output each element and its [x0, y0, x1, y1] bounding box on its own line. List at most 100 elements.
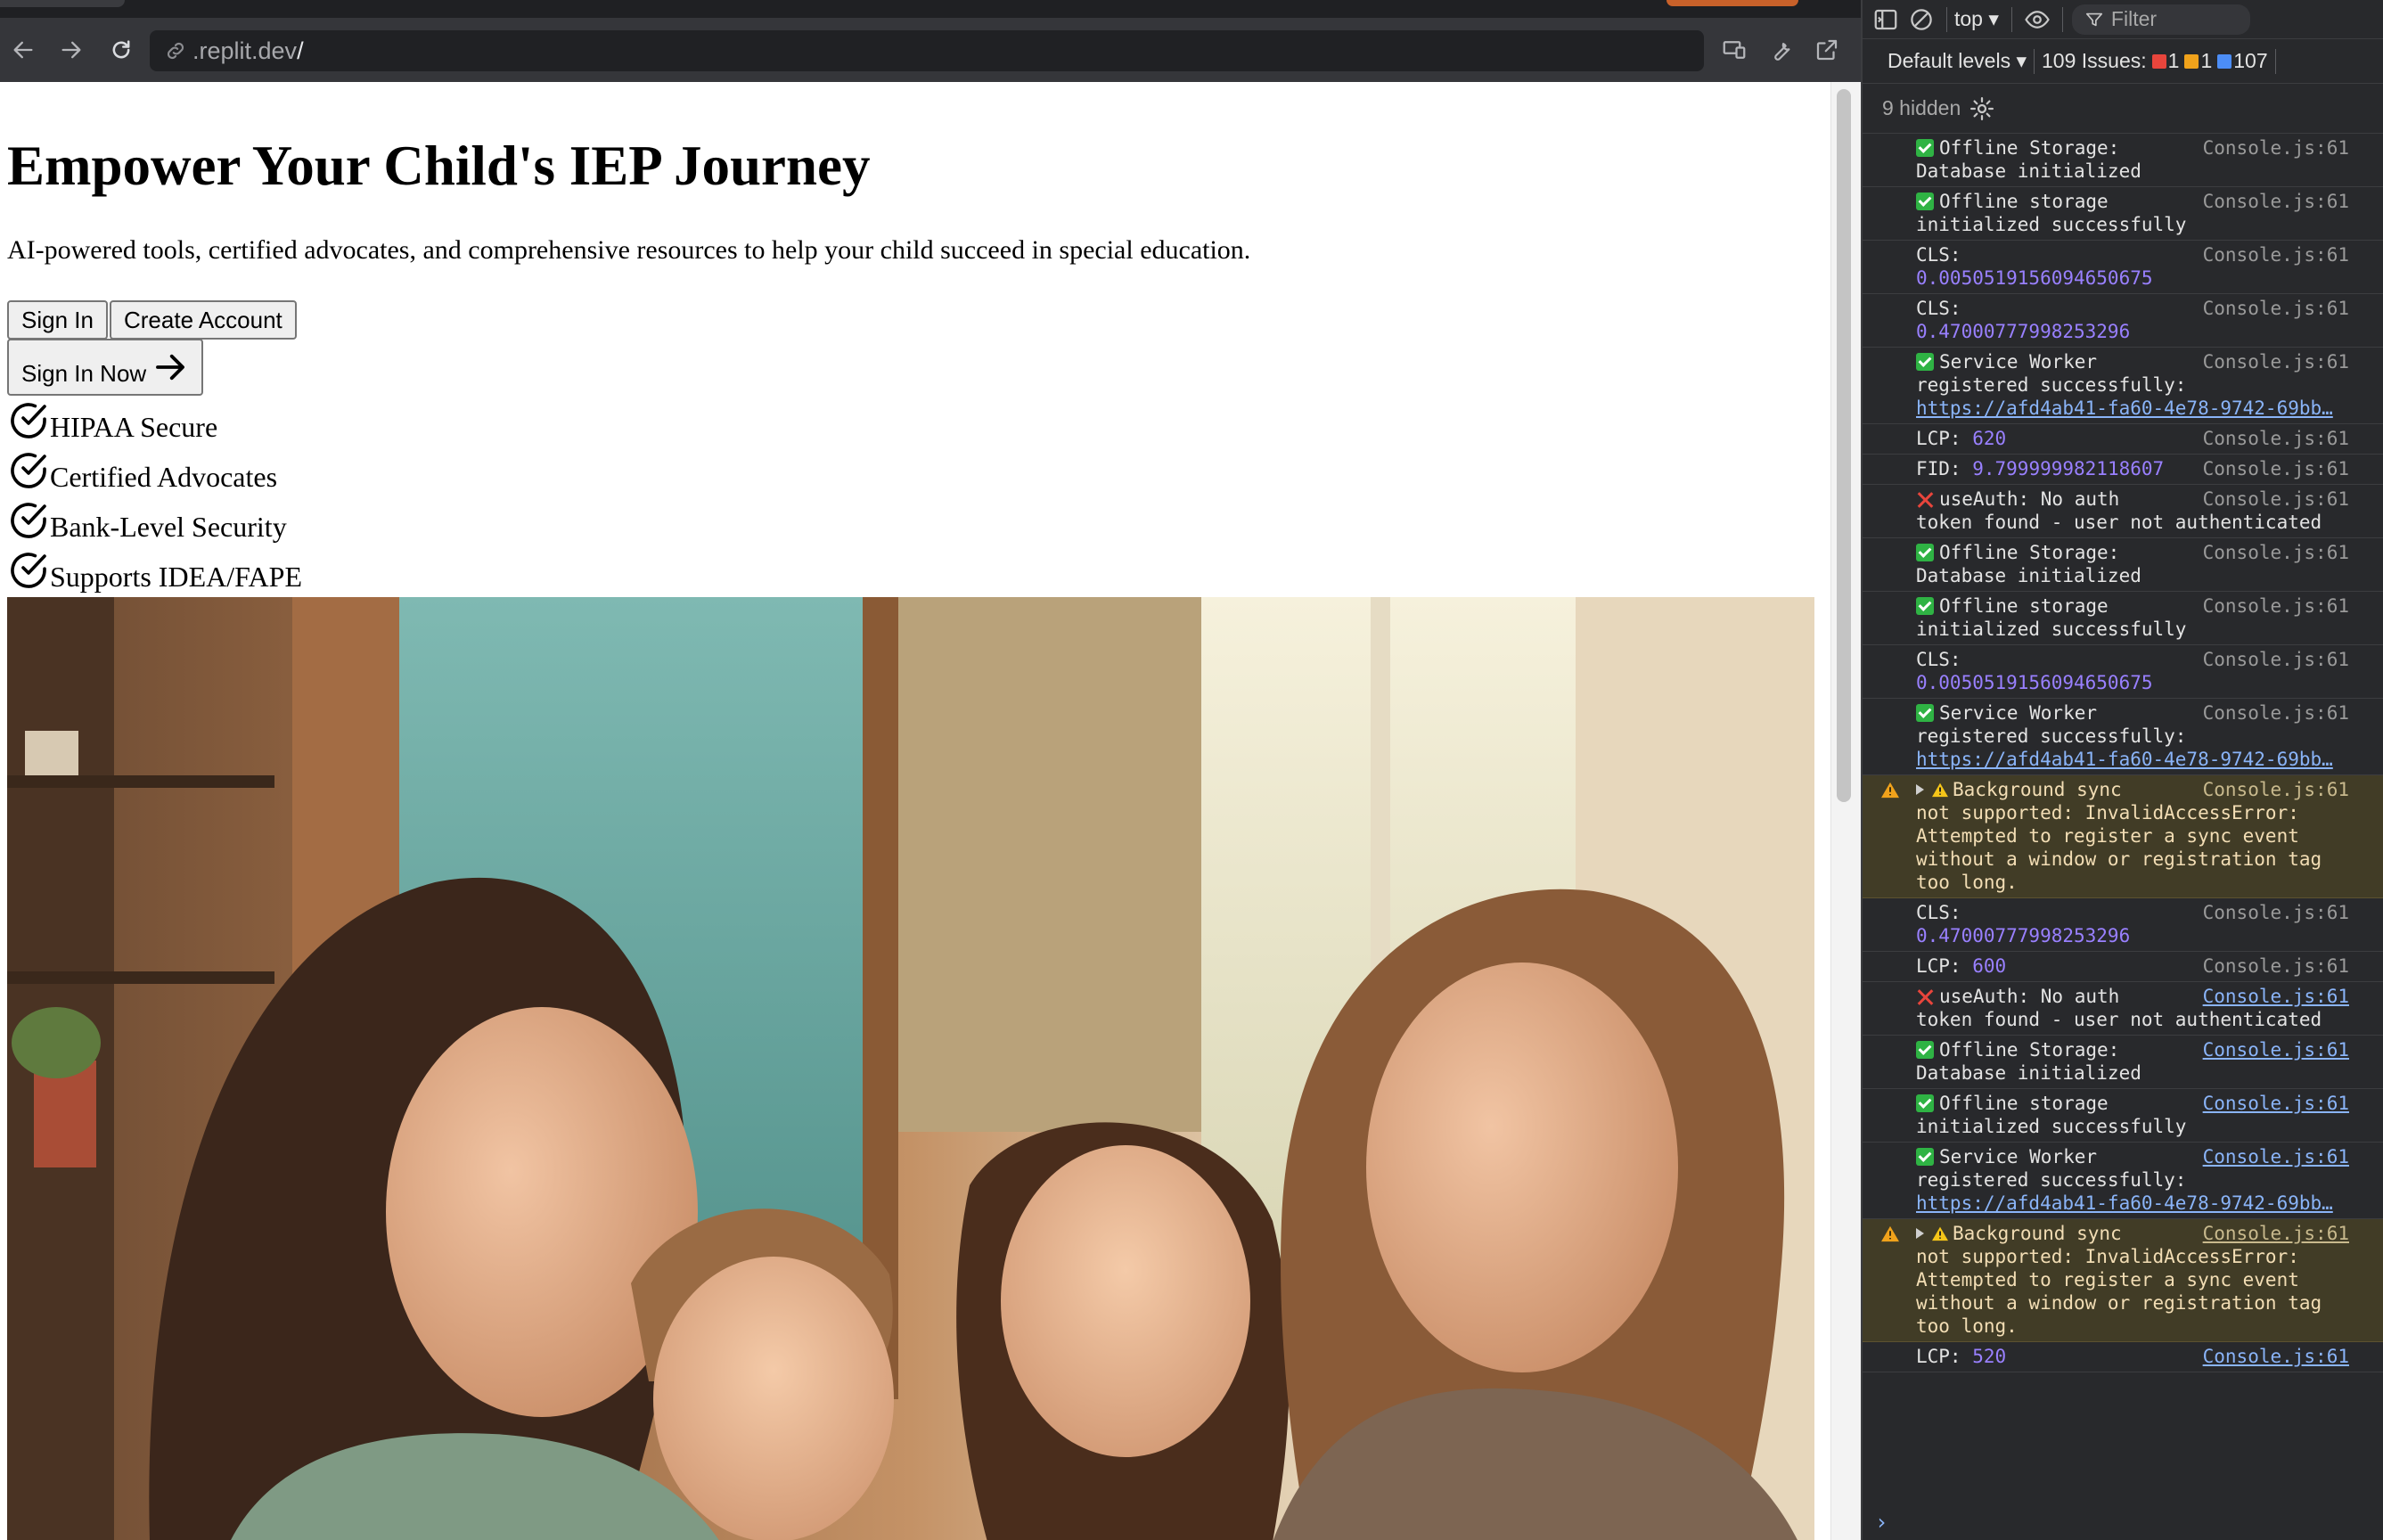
check-mark-icon — [1916, 597, 1934, 615]
sign-in-now-button[interactable]: Sign In Now — [7, 339, 204, 396]
issues-errors-badge[interactable]: 1 — [2151, 49, 2179, 73]
feature-item: Supports IDEA/FAPE — [7, 549, 302, 599]
reload-button[interactable] — [102, 30, 141, 70]
live-expression-button[interactable] — [2019, 2, 2055, 37]
metric-value: 0.0050519156094650675 — [1916, 267, 2153, 289]
warning-emoji-icon — [1932, 782, 1948, 798]
sign-in-button[interactable]: Sign In — [7, 300, 108, 340]
message-url-link[interactable]: https://afd4ab41-fa60-4e78-9742-69bb… — [1916, 1192, 2371, 1215]
check-mark-icon — [1916, 544, 1934, 561]
message-text: useAuth: No auth — [1939, 488, 2120, 510]
forward-button[interactable] — [52, 30, 91, 70]
source-link[interactable]: Console.js:61 — [2203, 594, 2349, 618]
message-url-link[interactable]: https://afd4ab41-fa60-4e78-9742-69bb… — [1916, 397, 2371, 420]
source-link[interactable]: Console.js:61 — [2203, 350, 2349, 373]
message-text: FID: — [1916, 458, 1961, 479]
devtools-button[interactable] — [1761, 30, 1800, 70]
sidebar-icon — [1874, 9, 1897, 29]
check-mark-icon — [1916, 1041, 1934, 1059]
issues-label[interactable]: 109 Issues: — [2042, 49, 2147, 73]
feature-item: Certified Advocates — [7, 449, 277, 499]
context-selector[interactable]: top ▾ — [1954, 7, 1999, 31]
check-circle-icon — [11, 503, 46, 538]
hero-title: Empower Your Child's IEP Journey — [7, 135, 871, 197]
warning-icon — [1881, 782, 1899, 799]
message-text: Offline storage — [1939, 191, 2109, 212]
expand-triangle-icon[interactable] — [1916, 784, 1924, 795]
metric-value: 0.47000777998253296 — [1916, 925, 2131, 946]
arrow-right-icon — [156, 354, 185, 381]
check-mark-icon — [1916, 1148, 1934, 1166]
message-line: Database initialized — [1916, 565, 2141, 586]
source-link[interactable]: Console.js:61 — [2203, 1345, 2349, 1368]
source-link[interactable]: Console.js:61 — [2203, 901, 2349, 924]
source-link[interactable]: Console.js:61 — [2203, 487, 2349, 511]
filter-placeholder: Filter — [2110, 7, 2158, 30]
source-link[interactable]: Console.js:61 — [2203, 297, 2349, 320]
divider — [2010, 6, 2012, 32]
console-error-message: Console.js:61 useAuth: No auth token found… — [1863, 982, 2383, 1036]
console-log-message: Console.js:61 Offline Storage: Database in… — [1863, 134, 2383, 187]
active-tab-edge[interactable] — [0, 0, 125, 7]
filter-input[interactable]: Filter — [2071, 4, 2250, 35]
source-link[interactable]: Console.js:61 — [2203, 985, 2349, 1008]
source-link[interactable]: Console.js:61 — [2203, 701, 2349, 725]
console-log-message: Console.js:61 Service Worker registered su… — [1863, 699, 2383, 775]
clear-console-button[interactable] — [1904, 2, 1939, 37]
browser-toolbar: .replit.dev / — [0, 18, 1861, 82]
source-link[interactable]: Console.js:61 — [2203, 427, 2349, 450]
filter-icon — [2085, 12, 2102, 26]
scrollbar-thumb[interactable] — [1837, 89, 1851, 802]
console-toolbar-3: 9 hidden — [1863, 84, 2383, 134]
message-line: initialized successfully — [1916, 1116, 2187, 1137]
console-warning-message[interactable]: Console.js:61 Background sync not supporte… — [1863, 775, 2383, 898]
message-text: Offline storage — [1939, 595, 2109, 617]
url-caret: / — [297, 37, 304, 64]
feature-item: HIPAA Secure — [7, 399, 217, 449]
console-log-message: Console.js:61 CLS: 0.47000777998253296 — [1863, 294, 2383, 348]
console-prompt[interactable]: › — [1875, 1510, 1888, 1535]
open-new-tab-button[interactable] — [1807, 30, 1847, 70]
source-link[interactable]: Console.js:61 — [2203, 648, 2349, 671]
message-url-link[interactable]: https://afd4ab41-fa60-4e78-9742-69bb… — [1916, 748, 2371, 771]
cross-mark-icon — [1916, 490, 1934, 508]
create-account-button[interactable]: Create Account — [110, 300, 297, 340]
source-link[interactable]: Console.js:61 — [2203, 190, 2349, 213]
cast-button[interactable] — [1715, 30, 1754, 70]
issues-warnings-badge[interactable]: 1 — [2184, 49, 2212, 73]
source-link[interactable]: Console.js:61 — [2203, 136, 2349, 160]
message-line: Database initialized — [1916, 1062, 2141, 1084]
source-link[interactable]: Console.js:61 — [2202, 1222, 2349, 1245]
log-levels-dropdown[interactable]: Default levels ▾ — [1888, 49, 2027, 73]
source-link[interactable]: Console.js:61 — [2203, 1145, 2349, 1168]
source-link[interactable]: Console.js:61 — [2203, 1092, 2349, 1115]
tab-accent[interactable] — [1666, 0, 1798, 6]
check-mark-icon — [1916, 192, 1934, 210]
source-link[interactable]: Console.js:61 — [2203, 1038, 2349, 1061]
console-log-message: Console.js:61 CLS: 0.0050519156094650675 — [1863, 645, 2383, 699]
warning-emoji-icon — [1932, 1226, 1948, 1241]
source-link[interactable]: Console.js:61 — [2202, 778, 2349, 801]
external-link-icon — [1816, 39, 1838, 61]
sidebar-toggle[interactable] — [1868, 2, 1904, 37]
divider — [1946, 6, 1947, 32]
console-log-message: Console.js:61 CLS: 0.47000777998253296 — [1863, 898, 2383, 952]
console-settings-button[interactable] — [1964, 91, 2000, 127]
message-line: Attempted to register a sync event — [1916, 825, 2299, 847]
link-icon — [167, 42, 184, 60]
sign-in-now-label: Sign In Now — [21, 359, 147, 387]
expand-triangle-icon[interactable] — [1916, 1228, 1924, 1239]
hero-subtitle: AI-powered tools, certified advocates, a… — [7, 235, 1251, 265]
back-button[interactable] — [4, 30, 43, 70]
feature-label: Supports IDEA/FAPE — [50, 561, 302, 593]
source-link[interactable]: Console.js:61 — [2203, 243, 2349, 266]
source-link[interactable]: Console.js:61 — [2203, 457, 2349, 480]
source-link[interactable]: Console.js:61 — [2203, 541, 2349, 564]
source-link[interactable]: Console.js:61 — [2203, 954, 2349, 978]
arrow-right-icon — [61, 41, 81, 59]
issues-info-badge[interactable]: 107 — [2217, 49, 2268, 73]
context-label: top — [1954, 7, 1983, 30]
cross-mark-icon — [1916, 987, 1934, 1005]
console-warning-message[interactable]: Console.js:61 Background sync not supporte… — [1863, 1219, 2383, 1342]
address-bar[interactable]: .replit.dev / — [150, 30, 1704, 71]
